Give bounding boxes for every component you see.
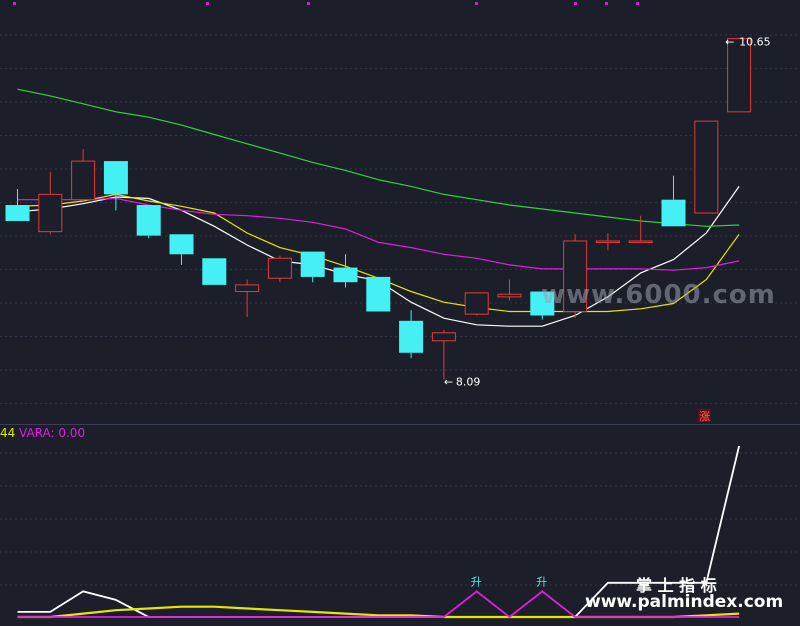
candle (366, 276, 391, 312)
candle-body-up (267, 257, 292, 279)
candle-body-up (71, 160, 96, 201)
candle-body-up (727, 38, 752, 113)
candle-body-down (333, 267, 358, 283)
top-tick-mark (636, 2, 639, 5)
candle-body-down (5, 205, 30, 221)
candle (694, 120, 719, 214)
top-tick-mark (605, 2, 608, 5)
candle-body-up (628, 240, 653, 243)
top-tick-mark (206, 2, 209, 5)
candle-body-up (431, 332, 456, 342)
watermark-6000: www.6000.com (541, 280, 776, 310)
candle-body-up (694, 120, 719, 214)
top-tick-mark (13, 2, 16, 5)
candle-body-down (366, 276, 391, 312)
candle-body-down (169, 234, 194, 255)
legend-item-vara: VARA: 0.00 (19, 426, 85, 440)
candle (727, 38, 752, 113)
candle-body-down (661, 199, 686, 227)
high-price-arrow: ← (725, 36, 734, 49)
candle-body-up (38, 193, 63, 233)
top-tick-mark (574, 2, 577, 5)
candle (267, 255, 292, 283)
low-price-label: 8.09 (456, 375, 481, 388)
candle-body-up (595, 240, 620, 243)
candle-body-up (464, 292, 489, 315)
low-price-arrow: ← (444, 375, 453, 388)
background (0, 0, 800, 626)
candle (202, 258, 227, 285)
legend-item-44: 44 (0, 426, 15, 440)
indicator-legend: 44 VARA: 0.00 (0, 426, 85, 440)
high-price-label: 10.65 (739, 36, 771, 49)
rise-marker-1: 升 (536, 575, 547, 588)
candle-body-down (136, 205, 161, 236)
limit-up-label: 涨 (699, 410, 710, 423)
candle (136, 205, 161, 239)
top-tick-mark (475, 2, 478, 5)
rise-marker-0: 升 (471, 575, 482, 588)
candle (464, 292, 489, 316)
watermark-palmindex: www.palmindex.com (585, 592, 783, 612)
candle-body-up (235, 284, 260, 293)
candle-body-down (300, 251, 325, 277)
top-tick-mark (307, 2, 310, 5)
candle-body-down (103, 161, 128, 195)
chart-canvas: ← 10.65← 8.09涨 升升 44 VARA: 0.00 www.6000.c… (0, 0, 800, 626)
candle-body-down (399, 320, 424, 353)
candle-body-down (202, 258, 227, 285)
candle-body-up (497, 293, 522, 298)
